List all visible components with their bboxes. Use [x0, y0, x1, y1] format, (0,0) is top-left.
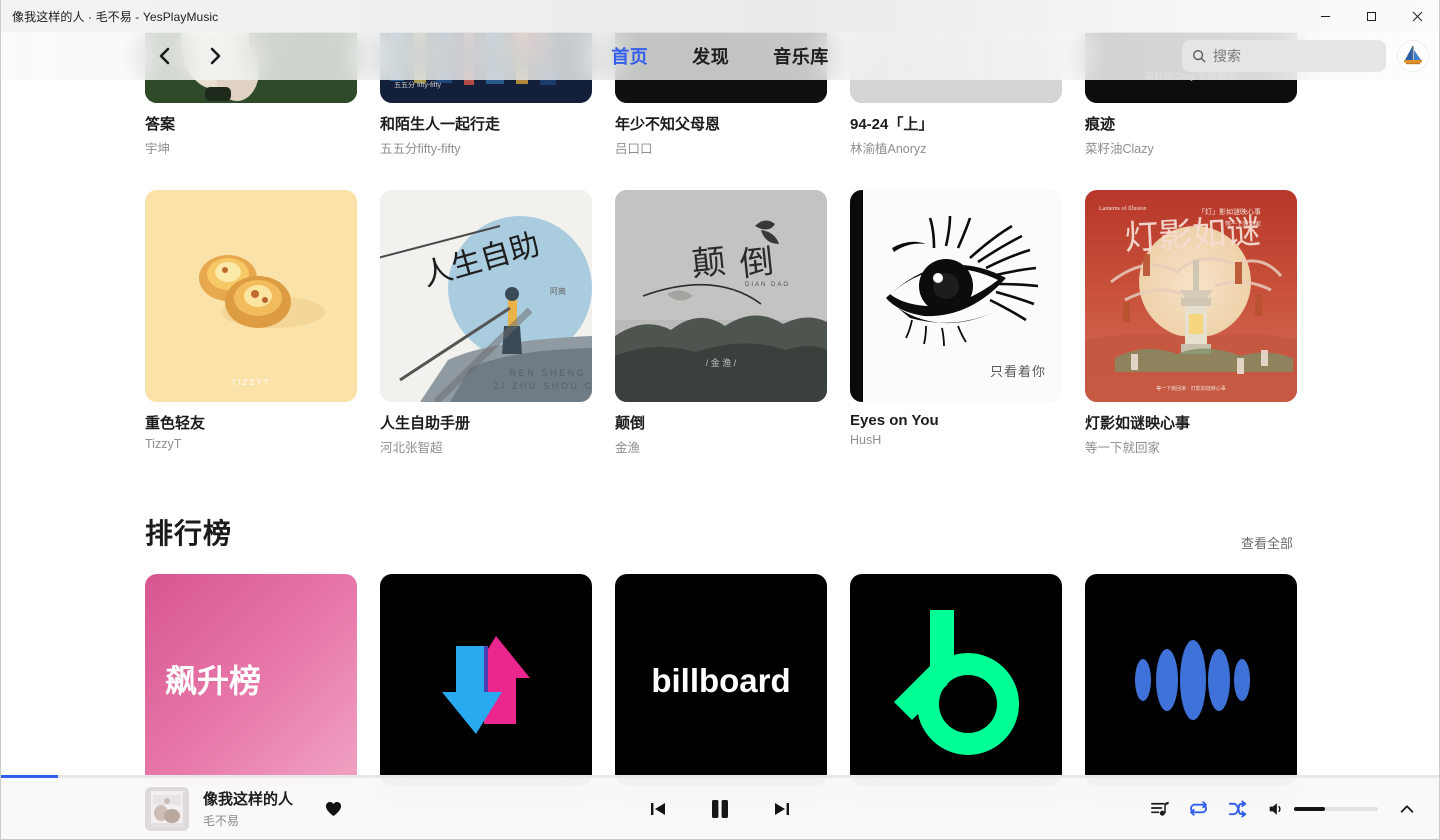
expand-up-icon[interactable] [1398, 800, 1416, 818]
next-track-button[interactable] [772, 799, 792, 819]
album-card[interactable]: 灯影如谜 「灯」影如谜映心事 等一下就回家 Lanterns of Illusi… [1085, 190, 1297, 456]
album-title: 颠倒 [615, 415, 646, 432]
nav-right-section [1182, 40, 1428, 72]
ranking-card-biaoshengbang[interactable]: 飙升榜 [145, 574, 357, 786]
album-title: 灯影如谜映心事 [1085, 415, 1191, 432]
tab-home[interactable]: 首页 [611, 43, 648, 69]
tab-library[interactable]: 音乐库 [773, 43, 829, 69]
album-artist: HusH [850, 433, 882, 447]
section-title: 排行榜 [145, 518, 233, 549]
album-artist: TizzyT [145, 437, 182, 451]
play-pause-button[interactable] [706, 795, 734, 823]
album-title: 94-24「上」 [850, 116, 934, 133]
album-title: 年少不知父母恩 [615, 116, 721, 133]
album-grid-row-1: TIZZYT 重色轻友 TizzyT 人生自助 阿离 REN SHENG ZI … [0, 190, 1438, 456]
ranking-card-billboard[interactable]: billboard [615, 574, 827, 786]
now-playing: 像我这样的人 毛不易 [145, 786, 342, 831]
album-artist: 金渔 [615, 441, 641, 455]
cover-text-eyes: 只看着你 [990, 364, 1046, 379]
like-icon[interactable] [325, 801, 342, 817]
ranking-card-beatport[interactable] [850, 574, 1062, 786]
search-input[interactable] [1213, 48, 1376, 64]
svg-text:等一下就回家 · 灯影如谜映心事: 等一下就回家 · 灯影如谜映心事 [1156, 385, 1225, 392]
minimize-button[interactable] [1302, 0, 1348, 32]
album-title: 和陌生人一起行走 [380, 116, 501, 133]
search-icon [1192, 49, 1206, 63]
volume-control [1267, 800, 1378, 818]
player-right-controls [1150, 799, 1416, 818]
album-card[interactable]: WHEN I FIRST LAID EYES ON YOU [850, 190, 1062, 456]
window-controls [1302, 0, 1440, 32]
tab-discover[interactable]: 发现 [692, 43, 729, 69]
svg-text:阿离: 阿离 [550, 286, 566, 296]
album-title: 答案 [145, 116, 176, 133]
maximize-button[interactable] [1348, 0, 1394, 32]
album-cover[interactable]: 人生自助 阿离 REN SHENG ZI ZHU SHOU CE [380, 190, 592, 402]
billboard-wordmark: billboard [651, 662, 790, 699]
album-title: Eyes on You [850, 412, 939, 429]
ranking-card-arrows[interactable] [380, 574, 592, 786]
album-artist: 林渝植Anoryz [850, 142, 927, 156]
svg-text:DIAN DAO: DIAN DAO [745, 282, 790, 288]
search-box[interactable] [1182, 40, 1386, 72]
player-bar: 像我这样的人 毛不易 [0, 775, 1440, 840]
forward-button[interactable] [202, 43, 228, 69]
album-title: 重色轻友 [145, 415, 206, 432]
top-navigation-bar: 首页 发现 音乐库 [0, 32, 1440, 80]
svg-text:/ 金 渔 /: / 金 渔 / [706, 357, 737, 368]
album-card[interactable]: 颠 倒 DIAN DAO / 金 渔 / 颠倒 金渔 [615, 190, 827, 456]
back-button[interactable] [152, 43, 178, 69]
now-playing-artist: 毛不易 [203, 814, 240, 828]
volume-icon[interactable] [1267, 800, 1285, 818]
now-playing-text: 像我这样的人 毛不易 [203, 788, 293, 829]
previous-track-button[interactable] [648, 799, 668, 819]
playback-progress-bar[interactable] [0, 775, 1440, 778]
now-playing-cover[interactable] [145, 786, 189, 831]
svg-text:Lanterns of Illusion: Lanterns of Illusion [1099, 205, 1146, 212]
album-artist: 吕口口 [615, 142, 653, 156]
album-artist: 等一下就回家 [1085, 441, 1161, 455]
title-bar: 像我这样的人 · 毛不易 - YesPlayMusic [0, 0, 1440, 32]
cover-text-tizzyt: TIZZYT [231, 378, 270, 387]
avatar[interactable] [1398, 41, 1428, 71]
playlist-icon[interactable] [1150, 799, 1169, 818]
album-cover[interactable]: 颠 倒 DIAN DAO / 金 渔 / [615, 190, 827, 402]
svg-text:灯影如谜: 灯影如谜 [1124, 212, 1262, 257]
album-title: 痕迹 [1085, 116, 1116, 133]
album-card[interactable]: 人生自助 阿离 REN SHENG ZI ZHU SHOU CE 人生自助手册 … [380, 190, 592, 456]
ranking-section-header: 排行榜 查看全部 [0, 512, 1438, 552]
svg-text:「灯」影如谜映心事: 「灯」影如谜映心事 [1198, 207, 1261, 216]
volume-slider[interactable] [1294, 806, 1378, 811]
svg-text:ZI ZHU SHOU CE: ZI ZHU SHOU CE [494, 381, 592, 391]
window-title: 像我这样的人 · 毛不易 - YesPlayMusic [12, 9, 219, 24]
album-title: 人生自助手册 [380, 415, 471, 432]
volume-slider-fill [1294, 806, 1326, 811]
svg-text:倒: 倒 [738, 244, 776, 284]
ranking-grid: 飙升榜 billboard [0, 574, 1438, 786]
album-artist: 河北张智超 [380, 441, 443, 455]
now-playing-title: 像我这样的人 [203, 791, 294, 808]
ranking-card-oricon[interactable] [1085, 574, 1297, 786]
shuffle-icon[interactable] [1228, 799, 1247, 818]
ranking-label: 飙升榜 [165, 663, 261, 699]
album-card[interactable]: TIZZYT 重色轻友 TizzyT [145, 190, 357, 456]
playback-progress-fill [0, 775, 58, 778]
album-cover[interactable]: TIZZYT [145, 190, 357, 402]
album-cover[interactable]: WHEN I FIRST LAID EYES ON YOU [850, 190, 1062, 402]
main-content: 答案 宇坤 五五分 fifty-fifty 和陌生人一起行走 五五分fifty-… [0, 33, 1438, 840]
album-artist: 五五分fifty-fifty [380, 142, 461, 156]
svg-text:REN SHENG: REN SHENG [510, 368, 587, 378]
svg-text:颠: 颠 [690, 243, 728, 284]
svg-text:五五分 fifty-fifty: 五五分 fifty-fifty [394, 80, 442, 89]
svg-text:等一下就回家: 等一下就回家 [1225, 220, 1261, 228]
album-artist: 宇坤 [145, 142, 171, 156]
app-window: 像我这样的人 · 毛不易 - YesPlayMusic 答案 宇坤 五五分 fi… [0, 0, 1440, 840]
album-cover[interactable]: 灯影如谜 「灯」影如谜映心事 等一下就回家 Lanterns of Illusi… [1085, 190, 1297, 402]
repeat-icon[interactable] [1189, 799, 1208, 818]
album-artist: 菜籽油Clazy [1085, 142, 1154, 156]
close-button[interactable] [1394, 0, 1440, 32]
view-all-link[interactable]: 查看全部 [1241, 533, 1293, 552]
nav-arrows [152, 43, 228, 69]
